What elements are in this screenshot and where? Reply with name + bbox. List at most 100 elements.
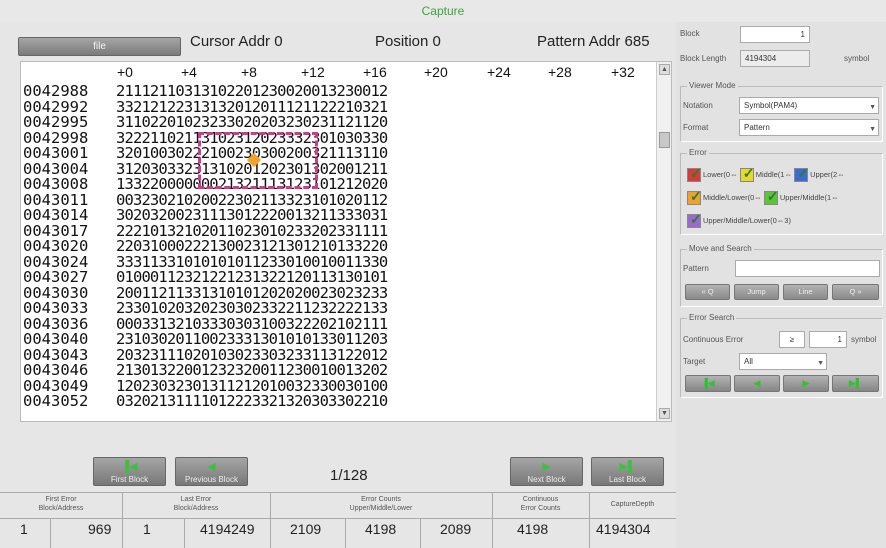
pattern-search-input[interactable] (735, 260, 880, 277)
row-address: 0043017 (23, 223, 89, 239)
jump-button[interactable]: Jump (734, 284, 779, 300)
checkbox-middle-lower-error[interactable]: ✓ (687, 188, 702, 205)
target-label: Target (683, 357, 706, 366)
comparison-operator[interactable]: ≥ (779, 331, 805, 348)
error-next-button[interactable]: ▶ (783, 375, 829, 392)
row-address: 0043004 (23, 161, 89, 177)
format-dropdown[interactable]: Pattern ▼ (739, 119, 879, 136)
row-address: 0043024 (23, 254, 89, 270)
upper-error-count: 2109 (290, 521, 322, 537)
search-next-button[interactable]: Q » (832, 284, 879, 300)
scroll-down-arrow-icon[interactable]: ▼ (659, 408, 670, 419)
first-block-button[interactable]: ▐◀ First Block (93, 457, 166, 486)
offset-label: +8 (241, 64, 257, 80)
first-error-address: 969 (88, 521, 112, 537)
last-block-button[interactable]: ▶▌ Last Block (591, 457, 664, 486)
block-input[interactable]: 1 (740, 26, 810, 43)
next-icon: ▶ (542, 461, 551, 473)
block-length-field: 4194304 (740, 50, 810, 67)
position-readout: Position 0 (375, 33, 441, 50)
vertical-scrollbar[interactable]: ▲ ▼ (656, 62, 671, 421)
cursor-address: Cursor Addr 0 (190, 33, 283, 50)
last-icon: ▶▌ (848, 378, 863, 388)
block-label: Block (680, 29, 700, 38)
error-filter-group: Error ✓ Lower(0⇔ ✓ Middle(1⇔ ✓ Upper(2⇔ ✓ Mi… (680, 148, 883, 235)
row-address: 0043033 (23, 301, 89, 317)
header-continuous-errors: Continuous Error Counts (520, 496, 561, 512)
error-first-button[interactable]: ▐◀ (685, 375, 731, 392)
previous-icon: ◀ (207, 461, 216, 473)
checkbox-upper-error[interactable]: ✓ (794, 165, 809, 182)
line-button[interactable]: Line (783, 284, 828, 300)
error-search-group: Error Search Continuous Error ≥ 1 symbol… (680, 313, 883, 398)
row-address: 0042995 (23, 115, 89, 131)
next-icon: ▶ (802, 378, 810, 388)
error-previous-button[interactable]: ◀ (734, 375, 780, 392)
move-search-group: Move and Search Pattern « Q Jump Line Q … (680, 244, 883, 307)
pattern-address: Pattern Addr 685 (537, 33, 650, 50)
offset-label: +12 (301, 64, 325, 80)
target-dropdown[interactable]: All ▼ (739, 353, 827, 370)
last-error-address: 4194249 (200, 521, 255, 537)
continuous-error-count: 4198 (517, 521, 549, 537)
last-icon: ▶▌ (619, 461, 636, 473)
middle-error-count: 4198 (365, 521, 397, 537)
row-address: 0043052 (23, 394, 89, 410)
data-row[interactable]: 0043052 03202131111012223321320303302210 (21, 393, 621, 410)
block-page-indicator: 1/128 (330, 467, 368, 484)
notation-dropdown[interactable]: Symbol(PAM4) ▼ (739, 97, 879, 114)
viewer-mode-group: Viewer Mode Notation Symbol(PAM4) ▼ Forma… (680, 81, 883, 142)
format-label: Format (683, 123, 709, 132)
first-icon: ▐◀ (701, 378, 715, 388)
block-length-label: Block Length (680, 54, 727, 63)
row-address: 0043020 (23, 239, 89, 255)
row-address: 0043036 (23, 316, 89, 332)
row-address: 0043011 (23, 192, 89, 208)
capture-viewer-panel: file Cursor Addr 0 Position 0 Pattern Ad… (0, 22, 676, 548)
row-address: 0043049 (23, 378, 89, 394)
offset-label: +16 (363, 64, 387, 80)
checkbox-lower-error[interactable]: ✓ (687, 165, 702, 182)
checkbox-upper-middle-error[interactable]: ✓ (763, 188, 779, 205)
row-address: 0042992 (23, 99, 89, 115)
checkbox-all-errors[interactable]: ✓ (687, 211, 702, 228)
dropdown-arrow-icon: ▼ (869, 126, 876, 133)
file-button[interactable]: file (18, 37, 181, 56)
column-offsets: +0 +4 +8 +12 +16 +20 +24 +28 +32 (21, 64, 635, 80)
scroll-up-arrow-icon[interactable]: ▲ (659, 64, 670, 75)
row-address: 0043008 (23, 177, 89, 193)
row-address: 0042998 (23, 130, 89, 146)
next-block-button[interactable]: ▶ Next Block (510, 457, 583, 486)
header-capture-depth: CaptureDepth (610, 501, 655, 508)
first-error-block: 1 (20, 521, 28, 537)
error-last-button[interactable]: ▶▌ (832, 375, 879, 392)
row-address: 0042988 (23, 84, 89, 100)
dropdown-arrow-icon: ▼ (817, 360, 824, 367)
window-title: Capture (421, 4, 465, 18)
row-address: 0043027 (23, 270, 89, 286)
dropdown-arrow-icon: ▼ (869, 104, 876, 111)
block-length-unit: symbol (844, 54, 870, 63)
row-address: 0043040 (23, 332, 89, 348)
search-previous-button[interactable]: « Q (685, 284, 730, 300)
offset-label: +20 (424, 64, 448, 80)
scroll-thumb[interactable] (659, 132, 670, 148)
offset-label: +4 (181, 64, 197, 80)
row-address: 0043030 (23, 285, 89, 301)
symbol-grid[interactable]: +0 +4 +8 +12 +16 +20 +24 +28 +32 0042988… (20, 61, 672, 422)
title-bar: Capture (0, 0, 886, 22)
lower-error-count: 2089 (440, 521, 472, 537)
continuous-error-unit: symbol (851, 335, 877, 344)
header-first-error: First Error Block/Address (38, 496, 84, 512)
row-address: 0043014 (23, 208, 89, 224)
offset-label: +28 (548, 64, 572, 80)
pattern-label: Pattern (683, 264, 709, 273)
header-last-error: Last Error Block/Address (173, 496, 219, 512)
header-error-counts: Error Counts Upper/Middle/Lower (349, 496, 413, 512)
data-rows: 0042988 21112110313102201230020013230012 … (21, 83, 621, 410)
row-address: 0043043 (23, 347, 89, 363)
continuous-error-label: Continuous Error (683, 335, 744, 344)
previous-block-button[interactable]: ◀ Previous Block (175, 457, 248, 486)
checkbox-middle-error[interactable]: ✓ (739, 165, 754, 182)
continuous-error-input[interactable]: 1 (809, 331, 847, 348)
